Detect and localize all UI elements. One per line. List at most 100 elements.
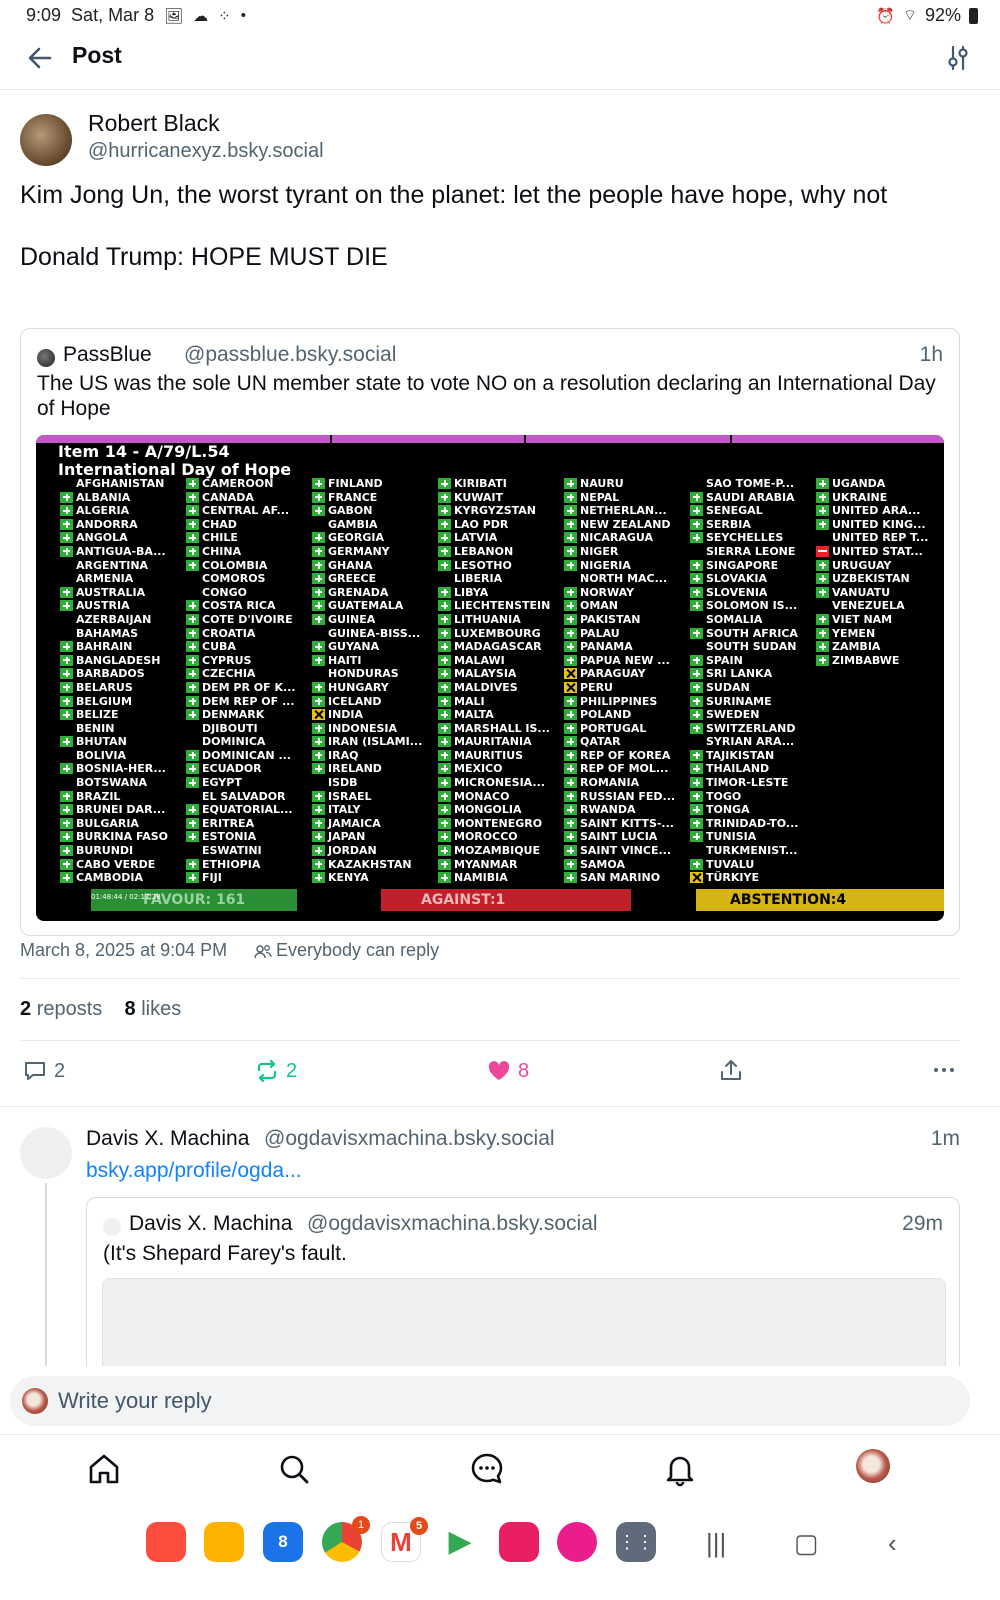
country-name: SAMOA: [580, 857, 625, 871]
country-name: REP OF KOREA: [580, 748, 671, 762]
reply-button[interactable]: 2: [22, 1058, 65, 1084]
vote-yes-icon: [438, 586, 451, 598]
reply-link[interactable]: bsky.app/profile/ogda...: [86, 1159, 302, 1183]
country-vote: CAMEROON: [184, 477, 312, 491]
reply-count: 2: [54, 1059, 66, 1082]
app-icon-files[interactable]: [204, 1522, 244, 1562]
home-icon[interactable]: [86, 1451, 122, 1487]
total-against: AGAINST:1: [381, 889, 631, 911]
country-vote: CHINA: [184, 545, 312, 559]
vote-yes-icon: [60, 586, 73, 598]
vote-yes-icon: [690, 749, 703, 761]
app-icon-notes[interactable]: [146, 1522, 186, 1562]
recent-apps-icon[interactable]: |||: [706, 1528, 726, 1559]
country-name: ZIMBABWE: [832, 653, 900, 667]
sort-options-icon[interactable]: [944, 44, 972, 72]
country-vote: BELGIUM: [58, 695, 186, 709]
vote-yes-icon: [564, 627, 577, 639]
battery-icon: [969, 7, 978, 24]
country-vote: ECUADOR: [184, 762, 312, 776]
vote-results-image[interactable]: Item 14 - A/79/L.54 International Day of…: [36, 435, 944, 921]
reply-post[interactable]: Davis X. Machina @ogdavisxmachina.bsky.s…: [0, 1106, 1000, 1366]
country-vote: LIECHTENSTEIN: [436, 599, 564, 613]
app-drawer-icon[interactable]: ⋮⋮: [616, 1522, 656, 1562]
country-name: AUSTRALIA: [76, 585, 146, 599]
country-name: KIRIBATI: [454, 477, 507, 490]
vote-yes-icon: [60, 831, 73, 843]
reply-quoted-post[interactable]: Davis X. Machina @ogdavisxmachina.bsky.s…: [86, 1197, 960, 1366]
country-vote: NAMIBIA: [436, 871, 564, 885]
country-name: OMAN: [580, 599, 619, 613]
quote-text: The US was the sole UN member state to v…: [37, 372, 936, 420]
reply-author-handle[interactable]: @ogdavisxmachina.bsky.social: [264, 1127, 555, 1151]
country-vote: MALI: [436, 695, 564, 709]
country-vote: SOUTH AFRICA: [688, 627, 816, 641]
country-name: ANTIGUA-BA...: [76, 544, 166, 558]
country-vote: MOROCCO: [436, 830, 564, 844]
app-icon-camera[interactable]: [499, 1522, 539, 1562]
country-name: LESOTHO: [454, 558, 512, 572]
country-vote: SERBIA: [688, 518, 816, 532]
home-circle-icon[interactable]: ▢: [794, 1528, 819, 1559]
vote-yes-icon: [60, 505, 73, 517]
country-vote: NAURU: [562, 477, 690, 491]
author-avatar[interactable]: [20, 114, 72, 166]
country-name: TURKMENIST...: [706, 844, 798, 858]
country-vote: ROMANIA: [562, 776, 690, 790]
search-icon[interactable]: [276, 1451, 312, 1487]
country-name: UGANDA: [832, 477, 886, 490]
divider: [20, 1040, 960, 1041]
reply-avatar[interactable]: [20, 1127, 72, 1179]
profile-avatar[interactable]: [856, 1449, 890, 1483]
dot-icon: •: [240, 7, 246, 24]
reply-author-name[interactable]: Davis X. Machina: [86, 1127, 249, 1151]
like-button[interactable]: 8: [486, 1058, 529, 1084]
vote-yes-icon: [690, 709, 703, 721]
country-name: ZAMBIA: [832, 640, 881, 654]
quoted-post[interactable]: PassBlue @passblue.bsky.social 1h The US…: [20, 328, 960, 936]
vote-yes-icon: [438, 695, 451, 707]
app-icon-gmail[interactable]: M 5: [381, 1517, 428, 1562]
quote-author-handle: @passblue.bsky.social: [184, 343, 397, 366]
country-name: EL SALVADOR: [202, 789, 286, 803]
country-name: VIET NAM: [832, 612, 893, 626]
country-vote: MALDIVES: [436, 681, 564, 695]
app-icon-gallery[interactable]: [557, 1522, 597, 1562]
country-vote: VIET NAM: [814, 613, 942, 627]
app-icon-calendar[interactable]: 8: [263, 1522, 303, 1562]
author-handle[interactable]: @hurricanexyz.bsky.social: [88, 140, 324, 163]
vote-yes-icon: [60, 763, 73, 775]
reposts-stat[interactable]: 2 reposts: [20, 998, 102, 1020]
country-name: LAO PDR: [454, 517, 509, 531]
country-vote: BAHRAIN: [58, 640, 186, 654]
vote-yes-icon: [60, 518, 73, 530]
country-name: BENIN: [76, 721, 115, 735]
country-name: HAITI: [328, 653, 362, 667]
reply-composer[interactable]: Write your reply: [10, 1376, 970, 1426]
country-vote: NIGERIA: [562, 559, 690, 573]
back-chevron-icon[interactable]: ‹: [888, 1528, 897, 1559]
more-options-button[interactable]: [932, 1058, 956, 1082]
country-name: MALDIVES: [454, 680, 518, 694]
likes-stat[interactable]: 8 likes: [125, 998, 182, 1020]
country-vote: BHUTAN: [58, 735, 186, 749]
country-vote: PHILIPPINES: [562, 695, 690, 709]
country-vote: TURKMENIST...: [688, 844, 816, 858]
app-icon-chrome[interactable]: 1: [322, 1516, 370, 1562]
vote-country-columns: AFGHANISTAN ALBANIA ALGERIA ANDORRA ANGOLA AN…: [58, 477, 938, 897]
back-arrow-icon[interactable]: [24, 42, 56, 74]
author-name[interactable]: Robert Black: [88, 110, 220, 137]
country-name: ANGOLA: [76, 531, 128, 545]
reply-setting[interactable]: Everybody can reply: [276, 940, 439, 961]
country-vote: MAURITANIA: [436, 735, 564, 749]
country-vote: COLOMBIA: [184, 559, 312, 573]
vote-totals-bar: FAVOUR: 161 01:48:44 / 02:17:28 AGAINST:…: [36, 889, 944, 911]
notifications-bell-icon[interactable]: [662, 1451, 698, 1487]
reply-quote-media[interactable]: [102, 1278, 946, 1366]
vote-yes-icon: [816, 654, 829, 666]
app-icon-play-store[interactable]: ▶: [440, 1522, 480, 1562]
chat-icon[interactable]: [469, 1451, 505, 1487]
repost-button[interactable]: 2: [254, 1058, 297, 1084]
share-button[interactable]: [718, 1058, 744, 1084]
country-name: COMOROS: [202, 572, 266, 586]
